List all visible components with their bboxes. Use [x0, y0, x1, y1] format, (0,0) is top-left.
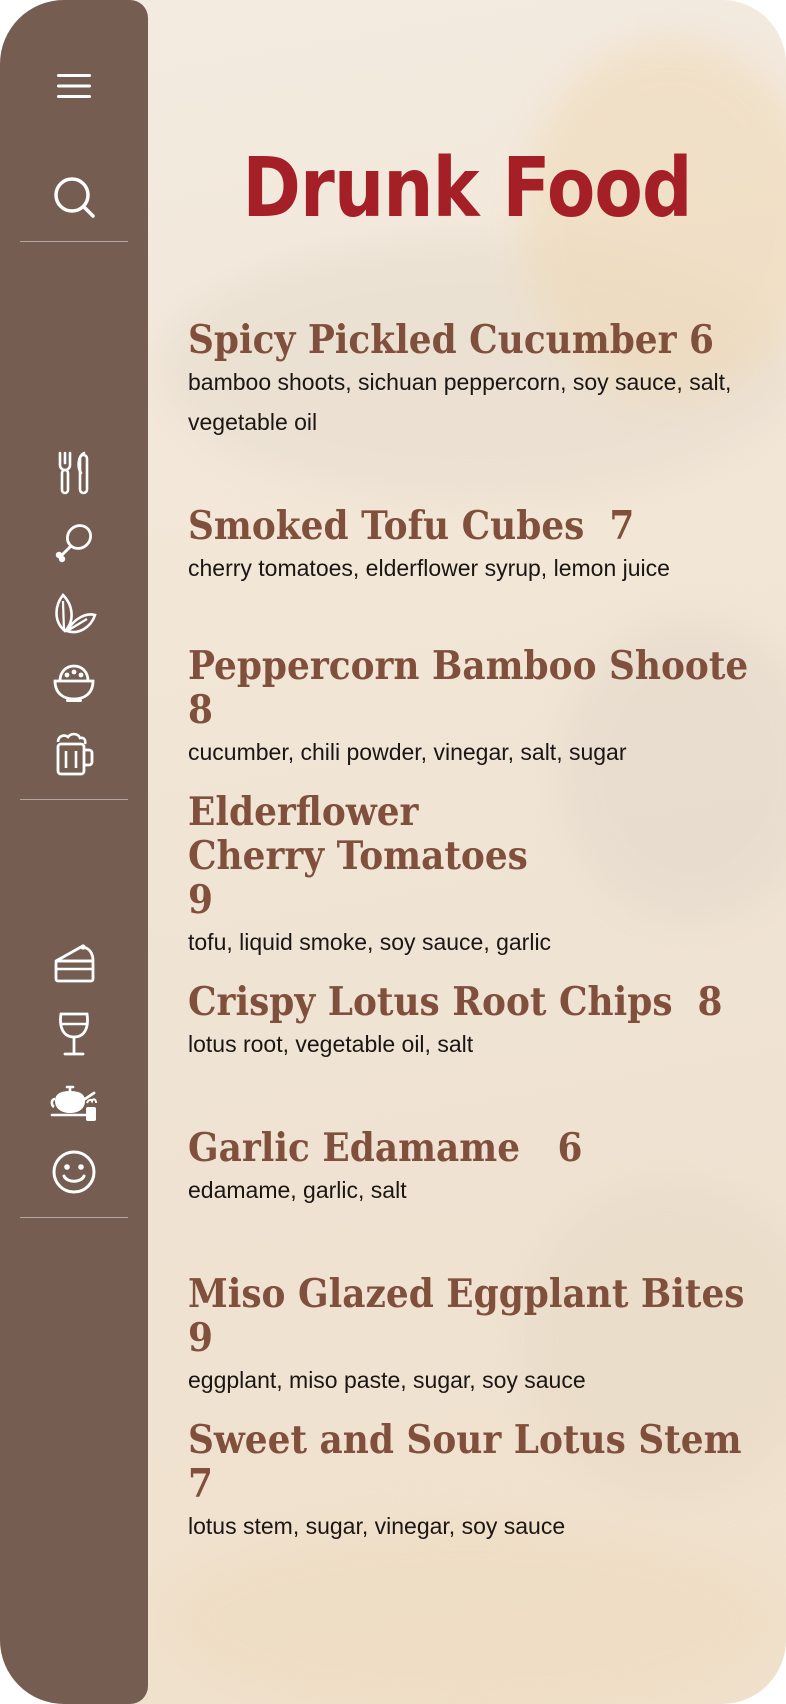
- menu-item-description: lotus stem, sugar, vinegar, soy sauce: [188, 1513, 566, 1539]
- sidebar-item-mains[interactable]: [0, 450, 148, 496]
- cake-icon: [54, 944, 95, 983]
- sidebar-item-rice-noodles[interactable]: [0, 660, 148, 706]
- smiley-icon: [52, 1150, 96, 1194]
- sidebar-item-wine[interactable]: [0, 1010, 148, 1058]
- menu-item-name: Crispy Lotus Root Chips 8: [188, 979, 723, 1025]
- page-title: Drunk Food: [242, 141, 692, 236]
- sidebar-item-desserts[interactable]: [0, 940, 148, 986]
- bowl-icon: [53, 664, 95, 702]
- sidebar-item-beer[interactable]: [0, 730, 148, 778]
- menu-item-name: Peppercorn Bamboo Shoote 8: [188, 643, 761, 733]
- search-button[interactable]: [0, 172, 148, 222]
- drumstick-icon: [55, 524, 92, 563]
- wine-glass-icon: [59, 1012, 89, 1056]
- menu-item-name: Garlic Edamame 6: [188, 1125, 583, 1171]
- menu-item-description: tofu, liquid smoke, soy sauce, garlic: [188, 929, 552, 955]
- menu-item-name: Spicy Pickled Cucumber 6: [188, 317, 714, 363]
- search-icon: [54, 177, 95, 218]
- menu-item-name: Elderflower Cherry Tomatoes 9: [188, 789, 553, 923]
- menu-item[interactable]: Crispy Lotus Root Chips 8 lotus root, ve…: [188, 980, 786, 1064]
- menu-item-description: cucumber, chili powder, vinegar, salt, s…: [188, 739, 627, 765]
- menu-item[interactable]: Smoked Tofu Cubes 7 cherry tomatoes, eld…: [188, 504, 786, 588]
- menu-item-name: Sweet and Sour Lotus Stem 7: [188, 1417, 755, 1507]
- teapot-icon: [50, 1085, 97, 1121]
- menu-item[interactable]: Spicy Pickled Cucumber 6 bamboo shoots, …: [188, 318, 786, 442]
- menu-item[interactable]: Elderflower Cherry Tomatoes 9 tofu, liqu…: [188, 790, 768, 962]
- fork-knife-icon: [58, 451, 89, 495]
- menu-item-description: lotus root, vegetable oil, salt: [188, 1031, 474, 1057]
- menu-item-description: edamame, garlic, salt: [188, 1177, 407, 1203]
- background-wash: [160, 1520, 780, 1704]
- sidebar-item-meat[interactable]: [0, 520, 148, 566]
- sidebar-item-tea[interactable]: [0, 1080, 148, 1126]
- leaf-icon: [55, 593, 97, 634]
- menu-item[interactable]: Peppercorn Bamboo Shoote 8 cucumber, chi…: [188, 644, 786, 772]
- sidebar: [0, 0, 148, 1704]
- sidebar-divider: [20, 799, 128, 800]
- app-screen: Drunk Food Spicy Pickled Cucumber 6 bamb…: [0, 0, 786, 1704]
- sidebar-divider: [20, 241, 128, 242]
- menu-item-name: Smoked Tofu Cubes 7: [188, 503, 635, 549]
- sidebar-item-specials[interactable]: [0, 1148, 148, 1196]
- menu-item[interactable]: Sweet and Sour Lotus Stem 7 lotus stem, …: [188, 1418, 786, 1546]
- beer-mug-icon: [56, 732, 94, 776]
- menu-item-description: eggplant, miso paste, sugar, soy sauce: [188, 1367, 586, 1393]
- menu-item[interactable]: Miso Glazed Eggplant Bites 9 eggplant, m…: [188, 1272, 786, 1400]
- menu-item[interactable]: Garlic Edamame 6 edamame, garlic, salt: [188, 1126, 786, 1210]
- menu-item-description: bamboo shoots, sichuan peppercorn, soy s…: [188, 369, 732, 435]
- menu-icon: [57, 74, 91, 98]
- sidebar-item-vegetables[interactable]: [0, 590, 148, 638]
- menu-item-description: cherry tomatoes, elderflower syrup, lemo…: [188, 555, 670, 581]
- sidebar-divider: [20, 1217, 128, 1218]
- menu-item-name: Miso Glazed Eggplant Bites 9: [188, 1271, 770, 1361]
- menu-button[interactable]: [0, 64, 148, 108]
